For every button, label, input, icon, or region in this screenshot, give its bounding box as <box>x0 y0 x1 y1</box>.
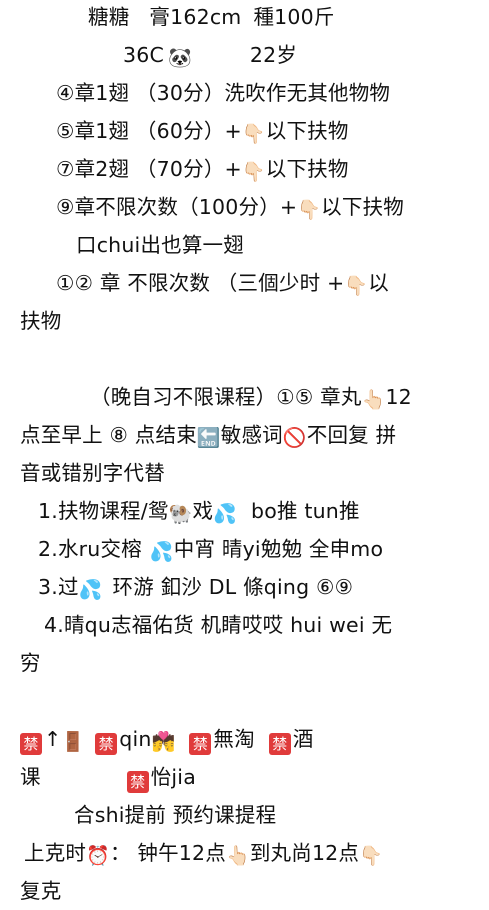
ban-badge: 禁 <box>268 733 291 755</box>
line-item-4-cont: 穷 <box>20 651 41 675</box>
panda-icon: 🐼 <box>168 47 192 69</box>
line-item-3: 3.过💦 环游 釦沙 DL 條qing ⑥⑨ <box>38 568 483 606</box>
line-evening: （晚自习不限课程）①⑤ 章丸👆🏻12 <box>90 378 483 416</box>
item-1-tail: bo推 tun推 <box>251 499 360 523</box>
pointer-down-icon: 👇🏻 <box>241 123 266 145</box>
pointer-up-icon: 👆🏻 <box>225 845 250 867</box>
end-arrow-icon: 🔚 <box>196 427 221 449</box>
pointer-down-icon: 👇🏻 <box>297 199 322 221</box>
class-time-text: 上克时 <box>24 841 87 865</box>
sensitive-text: 敏感词 <box>220 423 283 447</box>
line-evening-end: 点至早上 ⑧ 点结束🔚敏感词🚫不回复 拼 <box>20 416 483 454</box>
line-chui-note: 口chui出也算一翅 <box>76 233 244 257</box>
up-arrow: ↑ <box>44 727 62 751</box>
rule-9-text: ⑨章不限次数（100分）+ <box>56 195 298 219</box>
item-2-text: 2.水ru交榕 <box>38 537 142 561</box>
item-3-tail: 环游 釦沙 DL 條qing ⑥⑨ <box>112 575 354 599</box>
rule-7-tail: 以下扶物 <box>265 157 349 181</box>
line-evening-end-cont: 音或错别字代替 <box>20 461 165 485</box>
evening-end-text: 点至早上 ⑧ 点结束 <box>20 423 197 447</box>
ban-qin-text: qin <box>119 727 152 751</box>
water-drops-icon: 💦 <box>213 503 237 525</box>
rule-5-text: ⑤章1翅 （60分）+ <box>56 119 242 143</box>
line-item-2: 2.水ru交榕 💦中宵 晴yi勉勉 全申mo <box>38 530 483 568</box>
rule-7-text: ⑦章2翅 （70分）+ <box>56 157 242 181</box>
evening-text: （晚自习不限课程）①⑤ 章丸 <box>90 385 362 409</box>
ban-jia-text: 怡jia <box>150 765 196 789</box>
alarm-clock-icon: ⏰ <box>86 845 110 867</box>
line-rule-1-2-cont: 扶物 <box>20 309 62 333</box>
line-item-4: 4.晴qu志福佑货 机睛哎哎 hui wei 无 <box>44 613 393 637</box>
pointer-down-icon: 👇🏻 <box>241 161 266 183</box>
rule-5-tail: 以下扶物 <box>265 119 349 143</box>
line-profile-name: 糖糖 膏162cm 種100斤 <box>88 0 483 36</box>
line-bans-cont: 课 禁怡jia <box>20 758 483 796</box>
course-text: 课 <box>20 765 41 789</box>
weight-text: 種100斤 <box>253 5 335 29</box>
ban-badge: 禁 <box>95 733 118 755</box>
cup-text: 36C <box>123 43 164 67</box>
line-rule-9: ⑨章不限次数（100分）+👇🏻以下扶物 <box>56 188 483 226</box>
ban-badge: 禁 <box>20 733 42 755</box>
rule-9-tail: 以下扶物 <box>321 195 404 219</box>
no-reply-text: 不回复 拼 <box>306 423 397 447</box>
line-class-time-cont: 复克 <box>20 879 62 903</box>
class-time-from: ： 钟午12点 <box>109 841 226 865</box>
rule-1-2-text: ①② 章 不限次数 （三個少时 + <box>56 271 345 295</box>
kiss-icon: 💏 <box>151 731 176 753</box>
ban-wine-text: 酒 <box>292 727 314 751</box>
item-2-tail: 中宵 晴yi勉勉 全申mo <box>173 537 384 561</box>
ban-badge: 禁 <box>126 771 149 793</box>
pointer-down-icon: 👇🏻 <box>344 275 369 297</box>
item-3-text: 3.过 <box>38 575 79 599</box>
line-profile-cup: 36C 🐼 22岁 <box>123 36 483 74</box>
sheep-icon: 🐏 <box>168 503 193 525</box>
line-appointment: 合shi提前 预约课提程 <box>74 803 277 827</box>
door-icon: 🚪 <box>61 731 86 753</box>
class-time-to: 到丸尚12点 <box>249 841 360 865</box>
height-text: 膏162cm <box>149 5 242 29</box>
water-drops-icon: 💦 <box>149 541 174 563</box>
pointer-up-icon: 👆🏻 <box>361 389 386 411</box>
prohibited-icon: 🚫 <box>282 427 307 449</box>
line-item-1: 1.扶物课程/鸳🐏戏💦 bo推 tun推 <box>38 492 483 530</box>
ban-tao-text: 無淘 <box>213 727 255 751</box>
note-content: 糖糖 膏162cm 種100斤 36C 🐼 22岁 ④章1翅 （30分）洗吹作无其他物物… <box>0 0 489 908</box>
pointer-down-icon: 👇🏻 <box>359 845 383 867</box>
item-1-text: 1.扶物课程/鸳 <box>38 499 169 523</box>
water-drops-icon: 💦 <box>78 579 103 601</box>
line-rule-1-2: ①② 章 不限次数 （三個少时 +👇🏻以 <box>56 264 483 302</box>
item-1-mid: 戏 <box>192 499 214 523</box>
age-text: 22岁 <box>249 43 298 67</box>
rule-1-2-tail: 以 <box>368 271 389 295</box>
line-rule-5: ⑤章1翅 （60分）+👇🏻以下扶物 <box>56 112 483 150</box>
line-rule-7: ⑦章2翅 （70分）+👇🏻以下扶物 <box>56 150 483 188</box>
ban-badge: 禁 <box>189 733 212 755</box>
name-text: 糖糖 <box>88 5 130 29</box>
line-class-time: 上克时⏰： 钟午12点👆🏻到丸尚12点👇🏻 <box>24 834 483 872</box>
line-bans: 禁 ↑🚪 禁 qin💏 禁無淘禁酒 <box>20 720 483 758</box>
evening-tail: 12 <box>385 385 412 409</box>
line-rule-4: ④章1翅 （30分）洗吹作无其他物物 <box>56 81 391 105</box>
